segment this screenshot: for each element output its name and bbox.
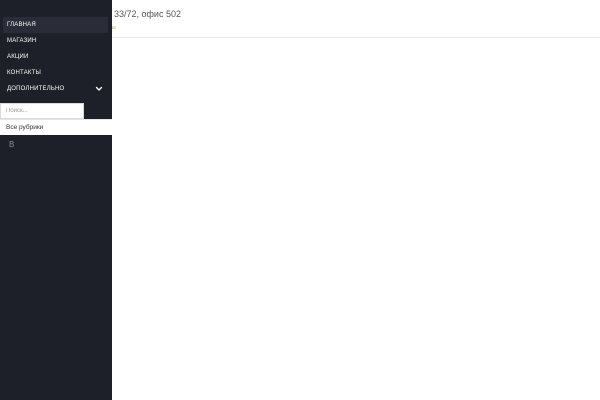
- sidebar-item-label: МАГАЗИН: [7, 38, 37, 44]
- sidebar-item-label: АКЦИИ: [7, 54, 29, 60]
- page: 33/72, офис 502 ы ГЛАВНАЯ МАГАЗИН АКЦИИ …: [0, 0, 600, 400]
- search-field: [0, 103, 84, 119]
- header-address: 33/72, офис 502: [114, 9, 181, 19]
- header-link[interactable]: ы: [112, 25, 116, 31]
- vk-icon-glyph: В: [9, 140, 15, 149]
- sidebar-item-label: ДОПОЛНИТЕЛЬНО: [7, 86, 65, 92]
- sidebar-nav: ГЛАВНАЯ МАГАЗИН АКЦИИ КОНТАКТЫ ДОПОЛНИТЕ…: [3, 17, 108, 97]
- chevron-down-icon[interactable]: [94, 81, 104, 97]
- sidebar-item-contacts[interactable]: КОНТАКТЫ: [3, 65, 108, 81]
- sidebar-item-promotions[interactable]: АКЦИИ: [3, 49, 108, 65]
- vk-icon[interactable]: В: [9, 140, 14, 150]
- category-select-value: Все рубрики: [6, 124, 44, 131]
- mobile-sidebar-menu: ГЛАВНАЯ МАГАЗИН АКЦИИ КОНТАКТЫ ДОПОЛНИТЕ…: [0, 0, 112, 400]
- sidebar-item-label: КОНТАКТЫ: [7, 70, 41, 76]
- sidebar-item-more[interactable]: ДОПОЛНИТЕЛЬНО: [3, 81, 108, 97]
- sidebar-item-label: ГЛАВНАЯ: [7, 22, 36, 28]
- sidebar-item-home[interactable]: ГЛАВНАЯ: [3, 17, 108, 33]
- category-select[interactable]: Все рубрики: [0, 119, 112, 135]
- search-input[interactable]: [6, 104, 82, 118]
- sidebar-item-shop[interactable]: МАГАЗИН: [3, 33, 108, 49]
